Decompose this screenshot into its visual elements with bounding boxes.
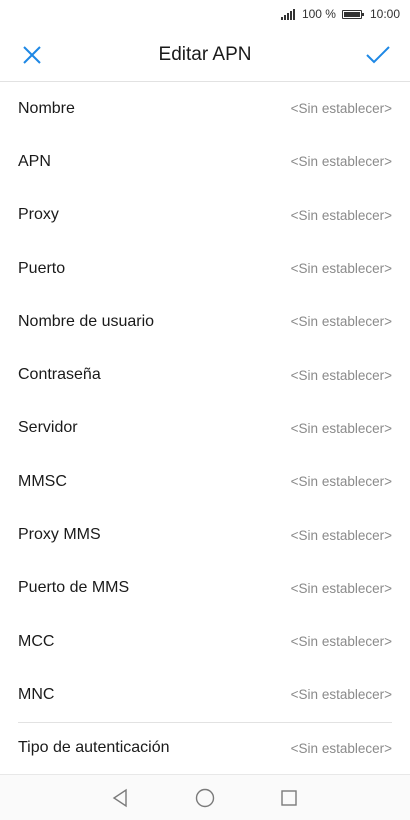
status-bar: 100 % 10:00 [0,0,410,28]
field-label: Tipo de autenticación [18,739,170,757]
close-button[interactable] [12,35,52,75]
field-label: Proxy [18,206,59,224]
field-value: <Sin establecer> [290,634,392,650]
recents-square-icon [281,789,297,806]
apn-fields-list: Nombre <Sin establecer> APN <Sin estable… [0,82,410,775]
field-proxy[interactable]: Proxy <Sin establecer> [0,189,410,242]
field-label: Puerto de MMS [18,579,130,597]
field-label: MNC [18,685,55,703]
field-value: <Sin establecer> [290,420,392,436]
field-label: MMSC [18,472,67,490]
battery-icon [341,9,364,19]
field-value: <Sin establecer> [290,314,392,330]
clock: 10:00 [369,7,400,21]
check-icon [366,45,390,63]
home-button[interactable] [175,778,235,818]
field-value: <Sin establecer> [290,154,392,170]
page-title: Editar APN [158,43,252,65]
home-circle-icon [195,788,215,807]
field-value: <Sin establecer> [290,740,392,756]
back-triangle-icon [112,788,127,807]
field-mnc[interactable]: MNC <Sin establecer> [0,668,410,721]
field-value: <Sin establecer> [290,101,392,117]
field-label: Nombre de usuario [18,312,155,330]
field-value: <Sin establecer> [290,527,392,543]
field-servidor[interactable]: Servidor <Sin establecer> [0,402,410,455]
field-label: Proxy MMS [18,526,101,544]
field-mcc[interactable]: MCC <Sin establecer> [0,615,410,668]
field-value: <Sin establecer> [290,261,392,277]
field-nombre-de-usuario[interactable]: Nombre de usuario <Sin establecer> [0,295,410,348]
app-bar: Editar APN [0,28,410,82]
field-puerto-de-mms[interactable]: Puerto de MMS <Sin establecer> [0,562,410,615]
battery-percent: 100 % [301,7,336,21]
field-label: Servidor [18,419,78,437]
field-value: <Sin establecer> [290,474,392,490]
field-contrasena[interactable]: Contraseña <Sin establecer> [0,348,410,401]
field-proxy-mms[interactable]: Proxy MMS <Sin establecer> [0,508,410,561]
field-value: <Sin establecer> [290,687,392,703]
field-label: Puerto [18,259,66,277]
recents-button[interactable] [259,778,319,818]
field-nombre[interactable]: Nombre <Sin establecer> [0,82,410,135]
field-tipo-de-autenticacion[interactable]: Tipo de autenticación <Sin establecer> [0,721,410,775]
field-puerto[interactable]: Puerto <Sin establecer> [0,242,410,295]
field-value: <Sin establecer> [290,580,392,596]
field-label: Contraseña [18,366,101,384]
field-mmsc[interactable]: MMSC <Sin establecer> [0,455,410,508]
back-button[interactable] [91,778,151,818]
field-apn[interactable]: APN <Sin establecer> [0,135,410,188]
field-label: Nombre [18,99,75,117]
navigation-bar [0,774,410,820]
signal-icon [280,8,298,20]
field-label: APN [18,152,51,170]
field-label: MCC [18,632,55,650]
close-icon [23,45,41,64]
field-value: <Sin establecer> [290,207,392,223]
save-button[interactable] [358,35,398,75]
field-value: <Sin establecer> [290,367,392,383]
